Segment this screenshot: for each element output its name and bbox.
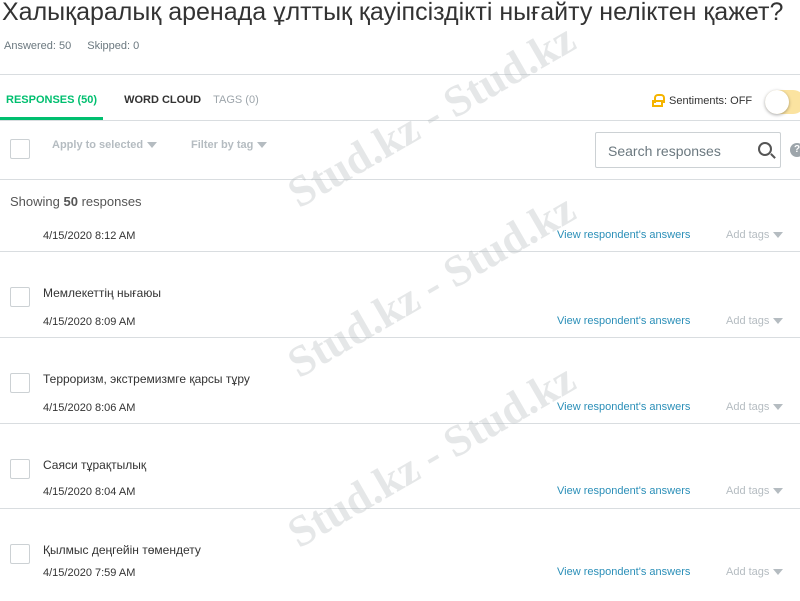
divider xyxy=(0,337,800,338)
add-tags-label: Add tags xyxy=(726,229,770,241)
response-date: 4/15/2020 8:04 AM xyxy=(43,486,136,498)
search-icon[interactable] xyxy=(758,142,772,156)
row-checkbox[interactable] xyxy=(10,544,30,564)
tabs: RESPONSES (50) WORD CLOUD TAGS (0) xyxy=(0,88,265,120)
chevron-down-icon xyxy=(773,569,784,576)
skipped-count: Skipped: 0 xyxy=(87,40,140,52)
chevron-down-icon xyxy=(147,142,158,149)
answered-count: Answered: 50 xyxy=(4,40,72,52)
row-checkbox[interactable] xyxy=(10,287,30,307)
divider xyxy=(0,120,800,121)
filter-by-tag-dropdown[interactable]: Filter by tag xyxy=(191,139,268,151)
add-tags-button[interactable]: Add tags xyxy=(726,229,784,241)
sentiments: Sentiments: OFF xyxy=(652,94,752,107)
response-text: Саяси тұрақтылық xyxy=(43,458,147,472)
response-row: Қылмыс деңгейін төмендету 4/15/2020 7:59… xyxy=(0,515,800,601)
lock-icon xyxy=(652,94,665,107)
response-stats: Answered: 50 Skipped: 0 xyxy=(4,40,155,52)
chevron-down-icon xyxy=(773,232,784,239)
tab-tags[interactable]: TAGS (0) xyxy=(207,88,265,120)
tab-responses[interactable]: RESPONSES (50) xyxy=(0,88,104,120)
view-answers-link[interactable]: View respondent's answers xyxy=(557,315,690,327)
search-placeholder: Search responses xyxy=(608,143,721,159)
add-tags-button[interactable]: Add tags xyxy=(726,401,784,413)
search-input[interactable]: Search responses xyxy=(595,132,781,168)
response-row: Терроризм, экстремизмге қарсы тұру 4/15/… xyxy=(0,344,800,430)
sentiments-toggle[interactable] xyxy=(765,90,800,114)
response-date: 4/15/2020 8:06 AM xyxy=(43,402,136,414)
add-tags-button[interactable]: Add tags xyxy=(726,485,784,497)
divider xyxy=(0,423,800,424)
apply-to-selected-dropdown[interactable]: Apply to selected xyxy=(52,139,158,151)
add-tags-button[interactable]: Add tags xyxy=(726,315,784,327)
tab-word-cloud[interactable]: WORD CLOUD xyxy=(118,88,207,120)
response-row: Мемлекеттің нығаюы 4/15/2020 8:09 AM Vie… xyxy=(0,258,800,344)
help-icon[interactable]: ? xyxy=(790,143,800,157)
add-tags-label: Add tags xyxy=(726,566,770,578)
view-answers-link[interactable]: View respondent's answers xyxy=(557,401,690,413)
response-text: Мемлекеттің нығаюы xyxy=(43,286,161,300)
response-row: 4/15/2020 8:12 AM View respondent's answ… xyxy=(0,172,800,258)
question-title: Халықаралық аренада ұлттық қауіпсіздікті… xyxy=(2,0,784,26)
response-text: Қылмыс деңгейін төмендету xyxy=(43,543,201,557)
add-tags-button[interactable]: Add tags xyxy=(726,566,784,578)
response-date: 4/15/2020 8:12 AM xyxy=(43,230,136,242)
response-date: 4/15/2020 7:59 AM xyxy=(43,567,136,579)
row-checkbox[interactable] xyxy=(10,459,30,479)
row-checkbox[interactable] xyxy=(10,373,30,393)
chevron-down-icon xyxy=(773,488,784,495)
apply-label: Apply to selected xyxy=(52,139,144,151)
select-all-checkbox[interactable] xyxy=(10,139,30,159)
chevron-down-icon xyxy=(773,318,784,325)
response-text: Терроризм, экстремизмге қарсы тұру xyxy=(43,372,250,386)
divider xyxy=(0,74,800,75)
divider xyxy=(0,251,800,252)
sentiments-label: Sentiments: OFF xyxy=(669,94,753,107)
chevron-down-icon xyxy=(257,142,268,149)
response-date: 4/15/2020 8:09 AM xyxy=(43,316,136,328)
filter-label: Filter by tag xyxy=(191,139,254,151)
chevron-down-icon xyxy=(773,404,784,411)
view-answers-link[interactable]: View respondent's answers xyxy=(557,566,690,578)
view-answers-link[interactable]: View respondent's answers xyxy=(557,229,690,241)
response-row: Саяси тұрақтылық 4/15/2020 8:04 AM View … xyxy=(0,430,800,516)
toggle-knob xyxy=(765,90,789,114)
view-answers-link[interactable]: View respondent's answers xyxy=(557,485,690,497)
add-tags-label: Add tags xyxy=(726,315,770,327)
add-tags-label: Add tags xyxy=(726,401,770,413)
add-tags-label: Add tags xyxy=(726,485,770,497)
divider xyxy=(0,508,800,509)
